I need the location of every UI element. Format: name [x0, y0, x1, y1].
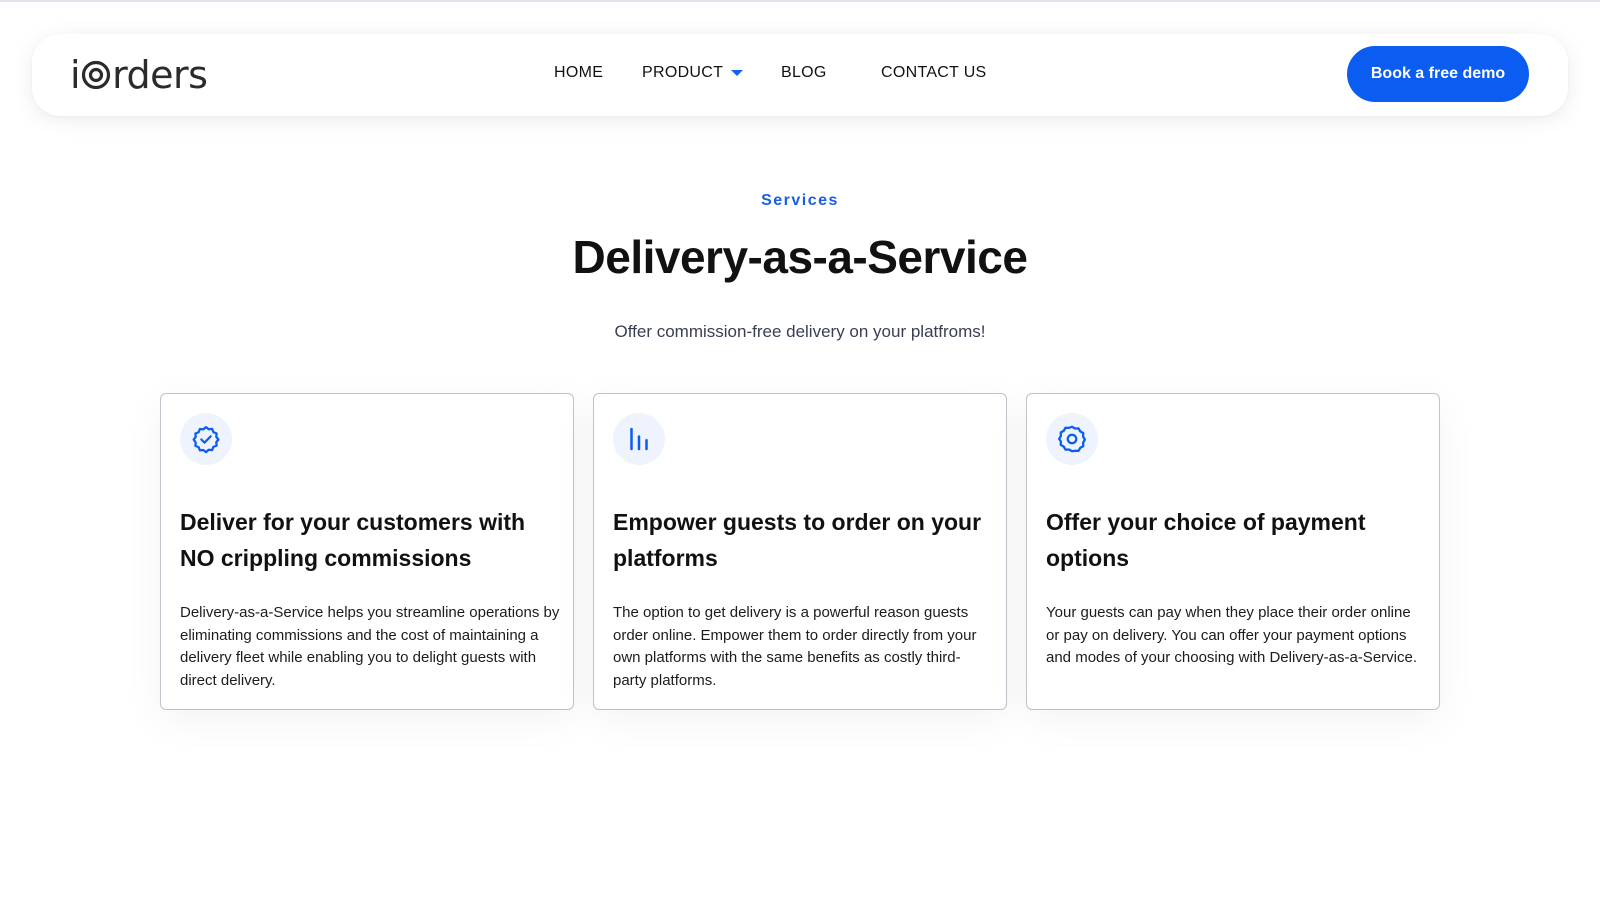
card-icon-wrapper	[1046, 413, 1098, 465]
verified-badge-icon	[192, 426, 220, 454]
service-card-empower: Empower guests to order on your platform…	[593, 393, 1007, 710]
nav-product[interactable]: PRODUCT	[642, 64, 744, 82]
service-card-payment: Offer your choice of payment options You…	[1026, 393, 1440, 710]
nav-contact-us[interactable]: CONTACT US	[881, 64, 987, 82]
chevron-down-icon	[731, 70, 744, 76]
page-title: Delivery-as-a-Service	[572, 231, 1028, 283]
card-title: Empower guests to order on your platform…	[613, 509, 982, 571]
nav-blog[interactable]: BLOG	[781, 64, 827, 82]
card-description: The option to get delivery is a powerful…	[613, 604, 977, 689]
card-title: Deliver for your customers with NO cripp…	[180, 509, 526, 571]
book-demo-button[interactable]: Book a free demo	[1347, 46, 1529, 102]
page-subtitle: Offer commission-free delivery on your p…	[614, 322, 986, 341]
main-nav: HOME PRODUCT BLOG CONTACT US	[32, 34, 1568, 116]
card-icon-wrapper	[613, 413, 665, 465]
card-icon-wrapper	[180, 413, 232, 465]
nav-product-label: PRODUCT	[642, 64, 724, 81]
top-border	[0, 0, 1600, 2]
card-description: Delivery-as-a-Service helps you streamli…	[180, 604, 560, 689]
service-card-commissions: Deliver for your customers with NO cripp…	[160, 393, 574, 710]
card-description: Your guests can pay when they place thei…	[1046, 604, 1417, 666]
gear-icon	[1058, 425, 1086, 453]
bar-chart-icon	[630, 427, 648, 451]
nav-home[interactable]: HOME	[554, 64, 603, 82]
section-eyebrow: Services	[761, 192, 839, 209]
card-title: Offer your choice of payment options	[1046, 509, 1366, 571]
navbar: i rders HOME PRODUCT BLOG CONTACT US Boo…	[32, 34, 1568, 116]
